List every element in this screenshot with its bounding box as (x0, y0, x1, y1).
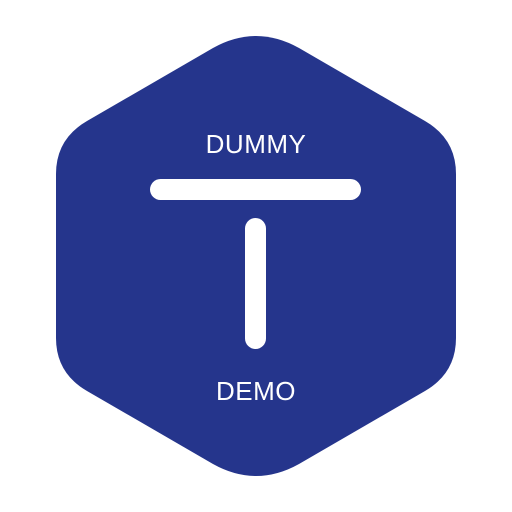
logo-bottom-text: DEMO (216, 376, 296, 406)
logo-canvas: DUMMY DEMO (0, 0, 512, 512)
t-letter-crossbar (150, 179, 361, 200)
hexagon-logo-badge (56, 36, 456, 476)
logo-top-text: DUMMY (205, 129, 307, 159)
t-letter-stem (245, 218, 266, 349)
